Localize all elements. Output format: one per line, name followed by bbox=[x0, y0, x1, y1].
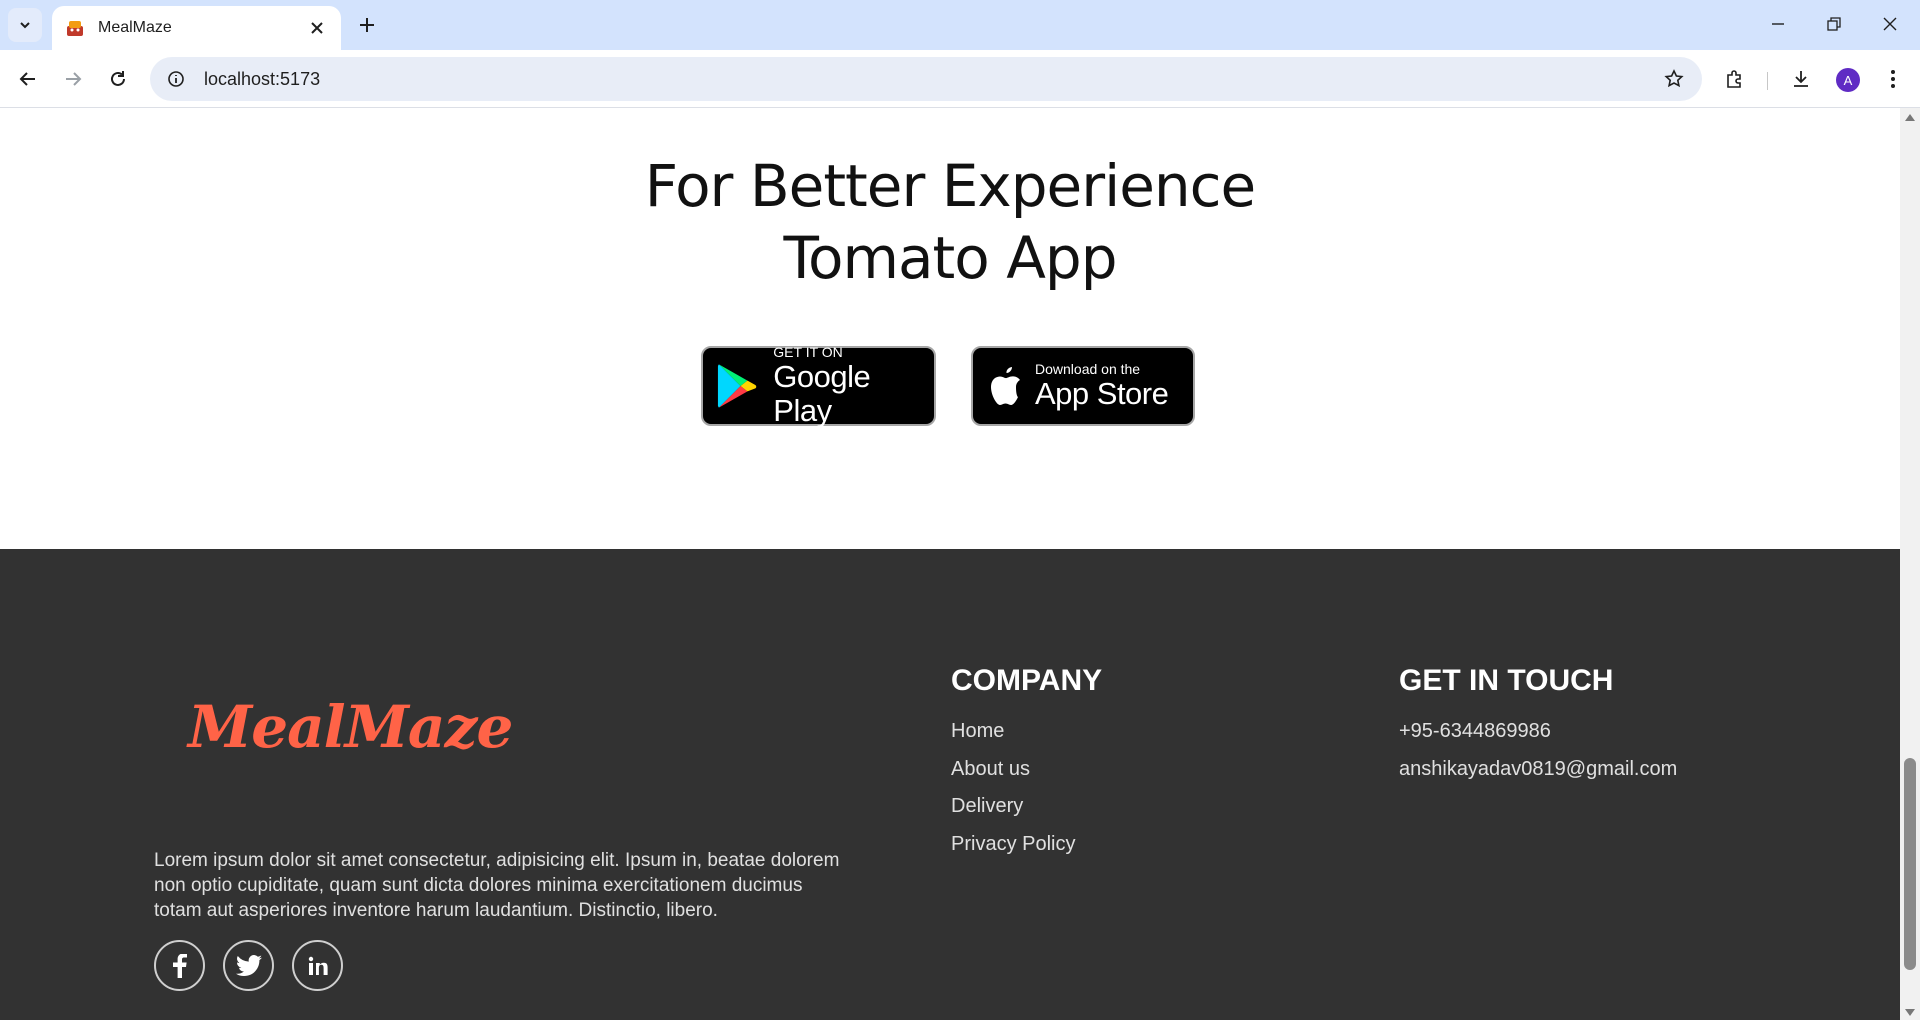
app-store-big-text: App Store bbox=[1035, 376, 1169, 411]
app-download-section: For Better Experience Tomato App GET IT … bbox=[0, 108, 1900, 549]
company-heading: COMPANY bbox=[951, 664, 1103, 697]
new-tab-button[interactable] bbox=[352, 10, 382, 40]
footer-link-delivery[interactable]: Delivery bbox=[951, 794, 1075, 818]
site-footer: MealMaze Lorem ipsum dolor sit amet cons… bbox=[0, 549, 1900, 1020]
plus-icon bbox=[360, 18, 374, 32]
tab-close-button[interactable] bbox=[305, 16, 329, 40]
footer-about-text: Lorem ipsum dolor sit amet consectetur, … bbox=[154, 850, 840, 921]
contact-heading: GET IN TOUCH bbox=[1399, 664, 1614, 697]
profile-avatar[interactable]: A bbox=[1836, 68, 1860, 92]
facebook-icon bbox=[172, 953, 187, 978]
app-store-button[interactable]: Download on the App Store bbox=[971, 346, 1195, 426]
app-title-line2: Tomato App bbox=[783, 224, 1117, 292]
toolbar-divider bbox=[1767, 72, 1768, 90]
favicon-icon bbox=[64, 17, 86, 39]
scroll-up-arrow-icon[interactable] bbox=[1905, 114, 1915, 121]
bookmark-star-icon[interactable] bbox=[1662, 67, 1686, 91]
app-store-small-text: Download on the bbox=[1035, 361, 1141, 377]
forward-button[interactable] bbox=[55, 61, 91, 97]
scrollbar-thumb[interactable] bbox=[1904, 758, 1916, 970]
apple-icon bbox=[991, 367, 1020, 405]
close-icon bbox=[311, 22, 323, 34]
arrow-left-icon bbox=[19, 72, 35, 86]
browser-tab-bar: MealMaze bbox=[0, 0, 1920, 50]
tab-title: MealMaze bbox=[98, 19, 172, 36]
address-bar[interactable]: localhost:5173 bbox=[150, 57, 1702, 101]
linkedin-link[interactable] bbox=[292, 940, 343, 991]
footer-logo[interactable]: MealMaze bbox=[188, 693, 513, 761]
url-text[interactable]: localhost:5173 bbox=[204, 69, 320, 90]
download-icon[interactable] bbox=[1785, 63, 1817, 95]
footer-link-home[interactable]: Home bbox=[951, 719, 1075, 743]
contact-list: +95-6344869986 anshikayadav0819@gmail.co… bbox=[1399, 719, 1677, 794]
browser-tab[interactable]: MealMaze bbox=[52, 6, 341, 50]
scroll-down-arrow-icon[interactable] bbox=[1905, 1009, 1915, 1016]
chevron-down-icon bbox=[20, 22, 30, 29]
google-play-big-text: Google Play bbox=[773, 359, 871, 428]
app-title-line1: For Better Experience bbox=[644, 152, 1256, 220]
app-download-title: For Better Experience Tomato App bbox=[0, 150, 1900, 294]
tab-search-button[interactable] bbox=[8, 8, 42, 42]
reload-icon bbox=[111, 71, 125, 86]
restore-button[interactable] bbox=[1814, 8, 1854, 40]
google-play-icon bbox=[717, 364, 757, 408]
back-button[interactable] bbox=[10, 61, 46, 97]
page-scrollbar[interactable] bbox=[1900, 108, 1920, 1020]
contact-phone: +95-6344869986 bbox=[1399, 720, 1551, 742]
google-play-button[interactable]: GET IT ON Google Play bbox=[701, 344, 936, 428]
footer-link-about[interactable]: About us bbox=[951, 757, 1075, 781]
social-links bbox=[154, 940, 343, 991]
minimize-icon bbox=[1772, 23, 1784, 25]
contact-email: anshikayadav0819@gmail.com bbox=[1399, 757, 1678, 780]
restore-icon bbox=[1827, 17, 1841, 31]
menu-kebab-icon[interactable] bbox=[1877, 63, 1909, 95]
twitter-icon bbox=[235, 954, 262, 976]
minimize-button[interactable] bbox=[1758, 8, 1798, 40]
linkedin-icon bbox=[308, 956, 328, 975]
browser-toolbar: localhost:5173 A bbox=[0, 50, 1920, 108]
close-icon bbox=[1883, 17, 1897, 31]
extensions-icon[interactable] bbox=[1719, 63, 1751, 95]
arrow-right-icon bbox=[66, 72, 82, 86]
close-window-button[interactable] bbox=[1870, 8, 1910, 40]
company-links: Home About us Delivery Privacy Policy bbox=[951, 719, 1075, 869]
facebook-link[interactable] bbox=[154, 940, 205, 991]
page-viewport: For Better Experience Tomato App GET IT … bbox=[0, 108, 1920, 1020]
google-play-small-text: GET IT ON bbox=[773, 344, 843, 360]
reload-button[interactable] bbox=[100, 61, 136, 97]
footer-link-privacy[interactable]: Privacy Policy bbox=[951, 832, 1075, 856]
site-info-icon[interactable] bbox=[162, 65, 190, 93]
twitter-link[interactable] bbox=[223, 940, 274, 991]
